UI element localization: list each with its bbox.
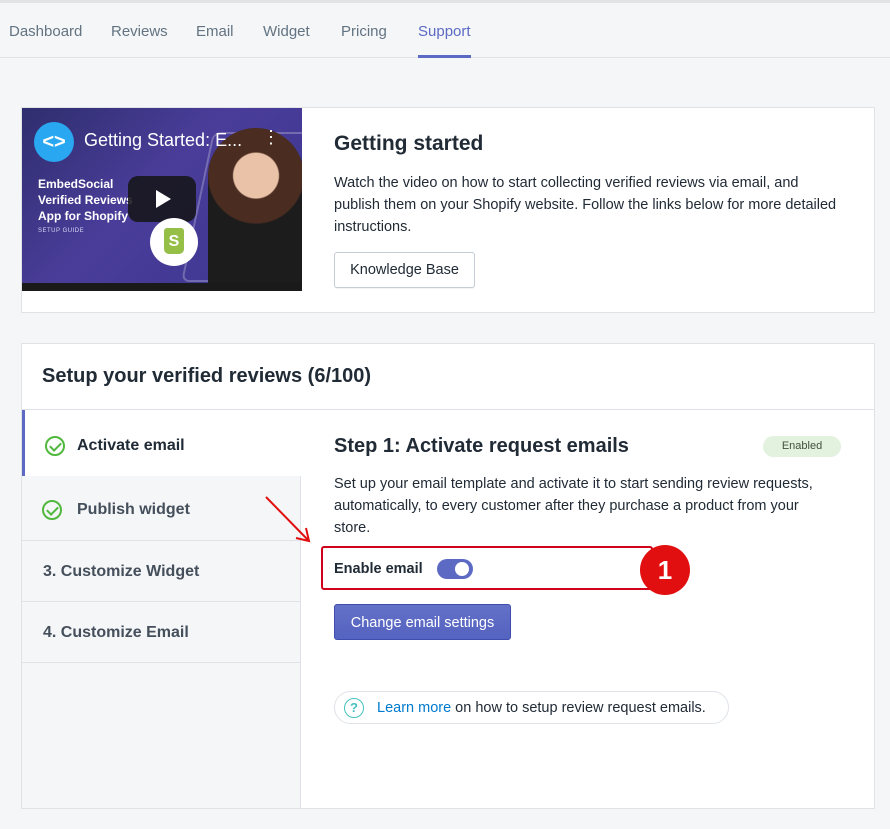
video-presenter — [208, 128, 302, 291]
learn-more-rest: on how to setup review request emails. — [451, 700, 706, 716]
check-circle-icon — [42, 500, 62, 520]
learn-more-link[interactable]: Learn more — [377, 700, 451, 716]
step-publish-widget[interactable]: Publish widget — [22, 476, 301, 541]
tab-dashboard[interactable]: Dashboard — [9, 3, 82, 58]
step-customize-email[interactable]: 4. Customize Email — [22, 602, 301, 663]
tab-pricing[interactable]: Pricing — [341, 3, 387, 58]
video-guide-label: SETUP GUIDE — [38, 228, 85, 234]
annotation-number-badge: 1 — [640, 545, 690, 595]
check-circle-icon — [45, 436, 65, 456]
getting-started-title: Getting started — [334, 132, 484, 155]
setup-title: Setup your verified reviews (6/100) — [42, 365, 372, 387]
more-options-icon[interactable]: ⋮ — [262, 128, 280, 146]
learn-more-banner: ? Learn more on how to setup review requ… — [334, 691, 729, 724]
video-title[interactable]: Getting Started: E... — [84, 130, 242, 151]
video-bottom-bar — [22, 283, 302, 291]
play-icon[interactable] — [128, 176, 196, 222]
step-label: Publish widget — [77, 501, 190, 518]
tab-email[interactable]: Email — [196, 3, 234, 58]
step1-title: Step 1: Activate request emails — [334, 435, 629, 457]
step-label: 4. Customize Email — [43, 624, 189, 641]
annotation-arrow-icon — [265, 496, 311, 543]
step-activate-email[interactable]: Activate email — [22, 410, 301, 476]
tab-support[interactable]: Support — [418, 3, 471, 58]
shopify-logo-icon: S — [150, 218, 198, 266]
step-label: 3. Customize Widget — [43, 563, 200, 580]
help-circle-icon: ? — [344, 698, 364, 718]
enable-email-label: Enable email — [334, 561, 423, 577]
learn-more-text: Learn more on how to setup review reques… — [377, 700, 706, 716]
tab-widget[interactable]: Widget — [263, 3, 310, 58]
knowledge-base-button[interactable]: Knowledge Base — [334, 252, 475, 288]
step-label: Activate email — [77, 437, 185, 454]
embedsocial-logo-icon: <> — [34, 122, 74, 162]
tab-reviews[interactable]: Reviews — [111, 3, 168, 58]
toggle-knob — [455, 562, 469, 576]
change-email-settings-button[interactable]: Change email settings — [334, 604, 511, 640]
enable-email-toggle[interactable] — [437, 559, 473, 579]
steps-sidebar: Activate email Publish widget 3. Customi… — [22, 410, 301, 808]
status-badge: Enabled — [763, 436, 841, 457]
step1-description: Set up your email template and activate … — [334, 476, 813, 536]
step-customize-widget[interactable]: 3. Customize Widget — [22, 541, 301, 602]
video-player[interactable]: <> Getting Started: E... ⋮ EmbedSocial V… — [22, 108, 302, 291]
top-nav: Dashboard Reviews Email Widget Pricing S… — [0, 0, 890, 58]
getting-started-description: Watch the video on how to start collecti… — [334, 175, 837, 235]
